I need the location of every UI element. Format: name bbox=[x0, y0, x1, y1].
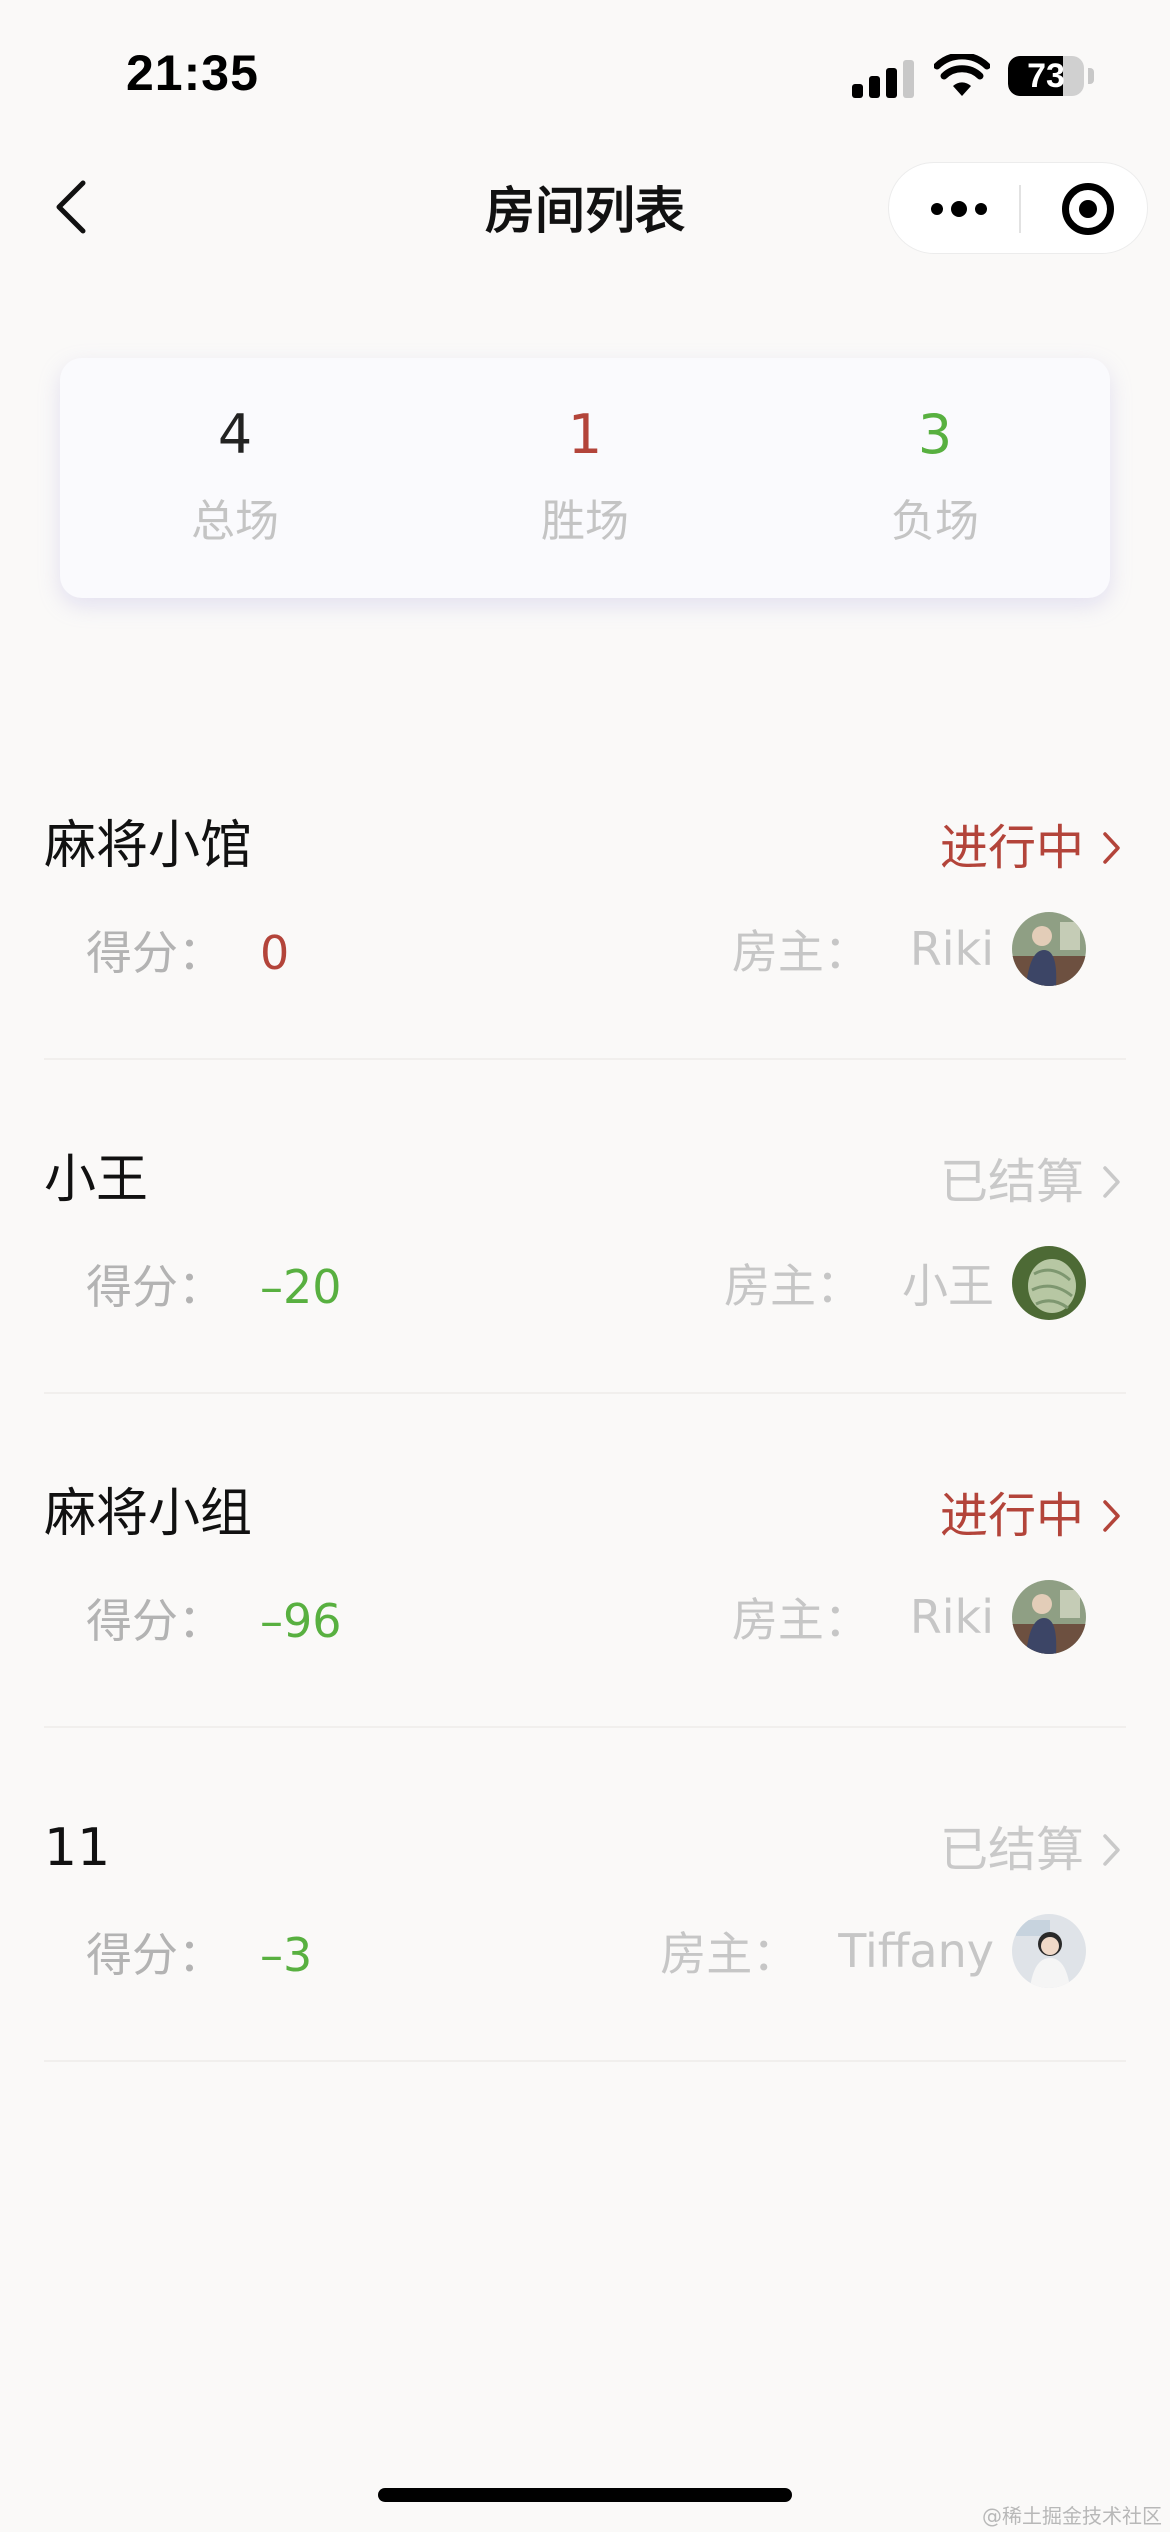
room-item[interactable]: 麻将小馆 进行中 得分： 0 房主： Riki bbox=[0, 790, 1170, 1124]
room-status-label: 已结算 bbox=[939, 1154, 1084, 1210]
score-value: –3 bbox=[260, 1928, 313, 1982]
room-item[interactable]: 小王 已结算 得分： –20 房主： 小王 bbox=[0, 1124, 1170, 1458]
room-list-page: 21:35 73 房间列表 4 总场 1 胜场 3 负场 麻将小馆 进行中 得分… bbox=[0, 0, 1170, 2532]
room-item[interactable]: 11 已结算 得分： –3 房主： Tiffany bbox=[0, 1792, 1170, 2126]
stat-losses: 3 负场 bbox=[760, 358, 1110, 598]
room-item[interactable]: 麻将小组 进行中 得分： –96 房主： Riki bbox=[0, 1458, 1170, 1792]
room-score: 得分： –96 bbox=[86, 1598, 342, 1644]
room-score: 得分： –20 bbox=[86, 1264, 342, 1310]
room-status-label: 已结算 bbox=[939, 1822, 1084, 1878]
watermark: @稀土掘金技术社区 bbox=[982, 2504, 1162, 2528]
home-indicator[interactable] bbox=[378, 2488, 792, 2502]
host-label: 房主： bbox=[724, 1259, 862, 1313]
host-label: 房主： bbox=[660, 1927, 799, 1981]
score-value: –20 bbox=[260, 1260, 342, 1314]
room-score: 得分： 0 bbox=[86, 930, 289, 976]
host-label: 房主： bbox=[731, 1593, 870, 1647]
room-status[interactable]: 已结算 bbox=[940, 1154, 1122, 1210]
host-name: Riki bbox=[909, 1590, 994, 1644]
score-label: 得分： bbox=[86, 1260, 224, 1314]
room-name: 麻将小组 bbox=[44, 1484, 253, 1544]
room-status-label: 进行中 bbox=[939, 1488, 1084, 1544]
more-dots-icon bbox=[975, 203, 987, 215]
host-avatar bbox=[1012, 1580, 1086, 1654]
chevron-right-icon bbox=[1103, 832, 1120, 864]
room-name: 小王 bbox=[44, 1150, 149, 1210]
host-label: 房主： bbox=[731, 925, 870, 979]
host-name: 小王 bbox=[902, 1259, 994, 1313]
score-label: 得分： bbox=[86, 926, 224, 980]
stat-total-label: 总场 bbox=[191, 496, 279, 547]
mini-program-capsule bbox=[888, 162, 1148, 254]
host-avatar bbox=[1012, 1246, 1086, 1320]
stat-total-value: 4 bbox=[217, 403, 253, 466]
chevron-right-icon bbox=[1103, 1500, 1120, 1532]
room-host: 房主： Riki bbox=[732, 1580, 1086, 1654]
score-value: 0 bbox=[260, 926, 290, 980]
room-list: 麻将小馆 进行中 得分： 0 房主： Riki 小王 已结算 得分： –20 房… bbox=[0, 790, 1170, 2126]
wifi-icon bbox=[934, 54, 990, 96]
stat-losses-label: 负场 bbox=[891, 496, 979, 547]
room-status-label: 进行中 bbox=[939, 820, 1084, 876]
room-host: 房主： 小王 bbox=[724, 1246, 1086, 1320]
stat-wins-value: 1 bbox=[567, 403, 603, 466]
host-name: Tiffany bbox=[838, 1924, 994, 1978]
chevron-right-icon bbox=[1103, 1166, 1120, 1198]
host-avatar bbox=[1012, 912, 1086, 986]
battery-icon: 73 bbox=[1008, 56, 1084, 96]
close-mini-program-button[interactable] bbox=[1043, 163, 1133, 255]
room-status[interactable]: 已结算 bbox=[940, 1822, 1122, 1878]
chevron-right-icon bbox=[1103, 1834, 1120, 1866]
more-dots-icon bbox=[951, 201, 967, 217]
room-status[interactable]: 进行中 bbox=[940, 820, 1122, 876]
battery-percent: 73 bbox=[1027, 56, 1065, 95]
stat-wins-label: 胜场 bbox=[541, 496, 629, 547]
score-label: 得分： bbox=[86, 1928, 224, 1982]
score-label: 得分： bbox=[86, 1594, 224, 1648]
room-status[interactable]: 进行中 bbox=[940, 1488, 1122, 1544]
stat-total: 4 总场 bbox=[60, 358, 410, 598]
host-name: Riki bbox=[909, 922, 994, 976]
room-name: 麻将小馆 bbox=[44, 816, 253, 876]
status-time: 21:35 bbox=[126, 45, 259, 101]
score-value: –96 bbox=[260, 1594, 342, 1648]
room-score: 得分： –3 bbox=[86, 1932, 312, 1978]
status-bar: 21:35 73 bbox=[0, 0, 1170, 150]
capsule-divider bbox=[1019, 185, 1021, 233]
summary-card: 4 总场 1 胜场 3 负场 bbox=[60, 358, 1110, 598]
more-dots-icon bbox=[931, 203, 943, 215]
battery-cap bbox=[1088, 68, 1094, 84]
room-name: 11 bbox=[44, 1818, 111, 1878]
host-avatar bbox=[1012, 1914, 1086, 1988]
room-host: 房主： Riki bbox=[732, 912, 1086, 986]
room-host: 房主： Tiffany bbox=[660, 1914, 1086, 1988]
stat-wins: 1 胜场 bbox=[410, 358, 760, 598]
target-close-icon bbox=[1062, 183, 1114, 235]
stat-losses-value: 3 bbox=[917, 403, 953, 466]
more-button[interactable] bbox=[909, 163, 1009, 255]
cellular-signal-icon bbox=[852, 58, 914, 98]
